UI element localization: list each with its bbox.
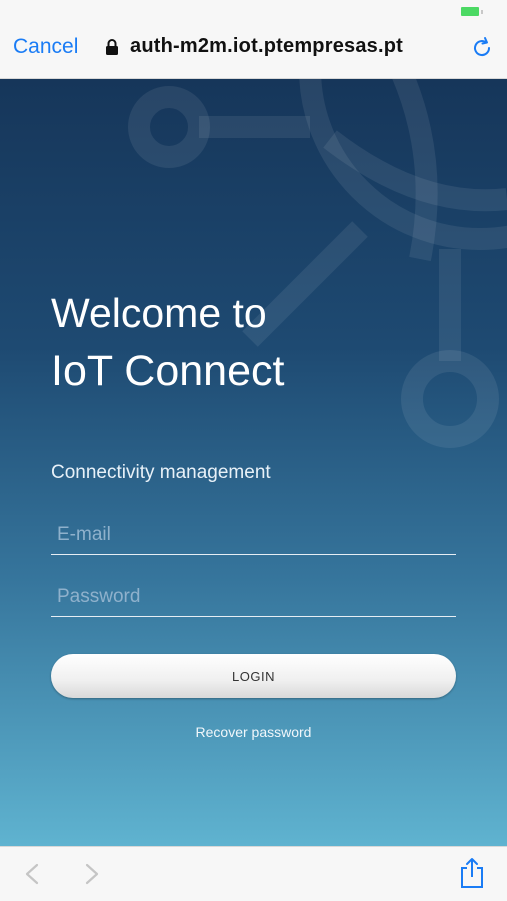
share-icon[interactable]	[459, 857, 485, 889]
status-bar	[0, 0, 507, 22]
battery-icon	[461, 7, 479, 16]
battery-cap	[481, 10, 483, 14]
password-field-container	[51, 578, 456, 617]
subtitle: Connectivity management	[51, 462, 271, 483]
browser-toolbar	[0, 846, 507, 901]
product-title: IoT Connect	[51, 347, 285, 395]
email-field[interactable]	[51, 516, 456, 554]
forward-icon[interactable]	[84, 863, 100, 885]
welcome-heading: Welcome to	[51, 290, 267, 336]
browser-nav-bar: Cancel auth-m2m.iot.ptempresas.pt	[0, 22, 507, 79]
login-button[interactable]: LOGIN	[51, 654, 456, 698]
cancel-button[interactable]: Cancel	[13, 35, 78, 59]
reload-icon[interactable]	[470, 36, 494, 60]
email-field-container	[51, 516, 456, 555]
back-icon[interactable]	[24, 863, 40, 885]
address-url[interactable]: auth-m2m.iot.ptempresas.pt	[130, 35, 403, 58]
recover-password-link[interactable]: Recover password	[0, 724, 507, 740]
lock-icon	[106, 39, 118, 55]
password-field[interactable]	[51, 578, 456, 616]
login-screen: Welcome to IoT Connect Connectivity mana…	[0, 79, 507, 846]
